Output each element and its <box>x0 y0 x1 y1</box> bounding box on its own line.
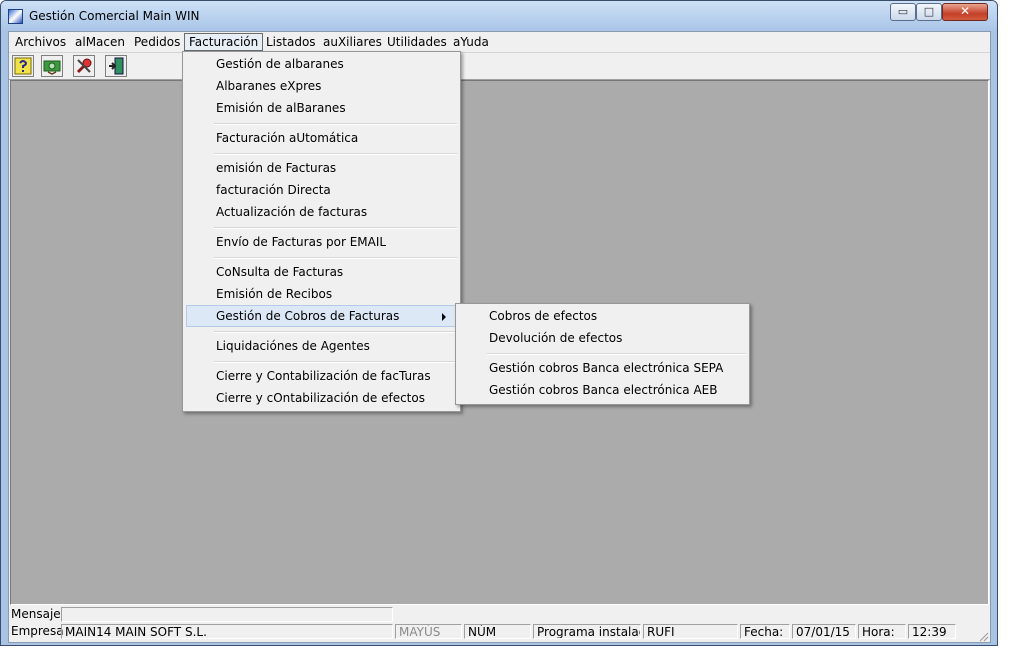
app-icon[interactable] <box>8 9 23 24</box>
menu-liquidaciones-agentes[interactable]: Liquidaciónes de Agentes <box>186 335 457 357</box>
submenu-banca-aeb[interactable]: Gestión cobros Banca electrónica AEB <box>459 379 746 401</box>
menu-listados[interactable]: Listados <box>265 34 317 50</box>
hora-label: Hora: <box>858 624 906 639</box>
num-indicator: NÚM <box>464 624 531 639</box>
menu-separator <box>214 361 457 363</box>
submenu-arrow-icon <box>442 313 446 321</box>
resize-grip-icon[interactable] <box>977 630 989 642</box>
menu-separator <box>214 331 457 333</box>
menu-auxiliares[interactable]: auXiliares <box>322 34 383 50</box>
maximize-button[interactable]: □ <box>916 3 942 21</box>
menu-emision-facturas[interactable]: emisión de Facturas <box>186 157 457 179</box>
menu-separator <box>214 227 457 229</box>
menu-gestion-cobros-label: Gestión de Cobros de Facturas <box>216 309 400 323</box>
mensaje-field <box>61 607 393 622</box>
menu-facturacion-automatica[interactable]: Facturación aUtomática <box>186 127 457 149</box>
mensaje-label: Mensaje <box>11 607 61 621</box>
menu-gestion-cobros-facturas[interactable]: Gestión de Cobros de Facturas <box>186 305 457 327</box>
menu-facturacion-directa[interactable]: facturación Directa <box>186 179 457 201</box>
fecha-label: Fecha: <box>740 624 790 639</box>
empresa-field: MAIN14 MAIN SOFT S.L. <box>61 624 393 639</box>
submenu-devolucion-efectos[interactable]: Devolución de efectos <box>459 327 746 349</box>
menu-gestion-albaranes[interactable]: Gestión de albaranes <box>186 53 457 75</box>
minimize-button[interactable]: ▭ <box>890 3 916 21</box>
exit-door-icon <box>109 57 124 75</box>
money-button[interactable] <box>41 55 63 77</box>
menu-utilidades[interactable]: Utilidades <box>386 34 448 50</box>
fecha-value: 07/01/15 <box>792 624 856 639</box>
empresa-label: Empresa <box>11 624 64 638</box>
help-wizard-icon <box>14 57 32 75</box>
menu-emision-recibos[interactable]: Emisión de Recibos <box>186 283 457 305</box>
mayus-indicator: MAYÚS <box>395 624 462 639</box>
submenu-cobros-efectos[interactable]: Cobros de efectos <box>459 305 746 327</box>
toolbar <box>9 53 990 80</box>
hora-value: 12:39 <box>908 624 956 639</box>
menu-bar: Archivos alMacen Pedidos Facturación Lis… <box>9 32 990 53</box>
status-bar: Mensaje Empresa MAIN14 MAIN SOFT S.L. MA… <box>9 606 990 642</box>
menu-separator <box>214 257 457 259</box>
exit-button[interactable] <box>105 55 127 77</box>
help-wizard-button[interactable] <box>12 55 34 77</box>
facturacion-dropdown: Gestión de albaranes Albaranes eXpres Em… <box>182 51 461 412</box>
programa-label: Programa instalado <box>533 624 641 639</box>
programa-value: RUFI <box>643 624 738 639</box>
close-button[interactable]: ✕ <box>942 3 988 21</box>
menu-archivos[interactable]: Archivos <box>14 34 67 50</box>
tools-button[interactable] <box>73 55 95 77</box>
menu-emision-albaranes[interactable]: Emisión de alBaranes <box>186 97 457 119</box>
menu-cierre-contabilizacion-facturas[interactable]: Cierre y Contabilización de facTuras <box>186 365 457 387</box>
menu-separator <box>214 153 457 155</box>
menu-envio-facturas-email[interactable]: Envío de Facturas por EMAIL <box>186 231 457 253</box>
window-title: Gestión Comercial Main WIN <box>29 9 200 23</box>
tools-icon <box>76 58 92 74</box>
money-icon <box>43 60 61 75</box>
menu-separator <box>214 123 457 125</box>
menu-almacen[interactable]: alMacen <box>74 34 126 50</box>
menu-pedidos[interactable]: Pedidos <box>133 34 181 50</box>
title-bar[interactable]: Gestión Comercial Main WIN ▭ □ ✕ <box>1 1 997 31</box>
menu-consulta-facturas[interactable]: CoNsulta de Facturas <box>186 261 457 283</box>
menu-cierre-contabilizacion-efectos[interactable]: Cierre y cOntabilización de efectos <box>186 387 457 409</box>
menu-ayuda[interactable]: aYuda <box>452 34 490 50</box>
menu-separator <box>487 353 746 355</box>
menu-actualizacion-facturas[interactable]: Actualización de facturas <box>186 201 457 223</box>
menu-albaranes-express[interactable]: Albaranes eXpres <box>186 75 457 97</box>
submenu-banca-sepa[interactable]: Gestión cobros Banca electrónica SEPA <box>459 357 746 379</box>
cobros-submenu: Cobros de efectos Devolución de efectos … <box>455 303 750 405</box>
menu-facturacion[interactable]: Facturación <box>184 33 264 51</box>
